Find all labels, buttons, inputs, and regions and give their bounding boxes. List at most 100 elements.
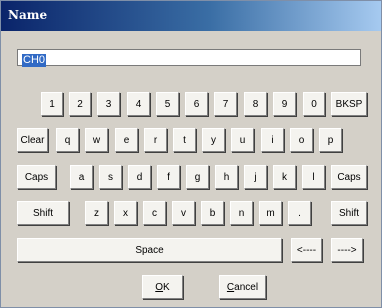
period-key-label: . — [298, 207, 301, 219]
space-key[interactable]: Space — [17, 238, 282, 262]
key-7[interactable]: 7 — [214, 92, 237, 116]
key-n[interactable]: n — [230, 201, 253, 225]
key-q-label: q — [64, 134, 71, 146]
ok-button[interactable]: OK — [142, 275, 183, 299]
key-d[interactable]: d — [128, 165, 151, 189]
clear-key[interactable]: Clear — [17, 128, 48, 152]
key-g[interactable]: g — [186, 165, 209, 189]
key-b-label: b — [209, 207, 216, 219]
key-1[interactable]: 1 — [41, 92, 63, 116]
key-q[interactable]: q — [56, 128, 79, 152]
key-c-label: c — [152, 207, 157, 219]
key-a-label: a — [78, 171, 85, 183]
key-2-label: 2 — [77, 98, 83, 110]
key-4[interactable]: 4 — [127, 92, 150, 116]
key-c[interactable]: c — [143, 201, 166, 225]
key-t[interactable]: t — [173, 128, 196, 152]
name-input-value: CH0 — [22, 54, 47, 67]
key-9[interactable]: 9 — [273, 92, 296, 116]
key-x[interactable]: x — [114, 201, 137, 225]
clear-key-label: Clear — [20, 134, 45, 146]
key-l[interactable]: l — [302, 165, 325, 189]
backspace-key[interactable]: BKSP — [331, 92, 367, 116]
key-h-label: h — [223, 171, 230, 183]
key-0-label: 0 — [311, 98, 317, 110]
key-6-label: 6 — [193, 98, 200, 110]
key-0[interactable]: 0 — [303, 92, 325, 116]
key-s-label: s — [108, 171, 113, 183]
key-r[interactable]: r — [144, 128, 167, 152]
key-7-label: 7 — [222, 98, 229, 110]
name-dialog: Name CH0 1 2 3 4 5 6 7 8 9 0 BKSP Clear q w e r t y u i o p Ca… — [0, 0, 382, 308]
cursor-right-key[interactable]: ----> — [331, 238, 363, 262]
key-t-label: t — [183, 134, 186, 146]
key-m[interactable]: m — [259, 201, 282, 225]
key-i-label: i — [271, 134, 274, 146]
cursor-left-key[interactable]: <---- — [291, 238, 322, 262]
key-f-label: f — [167, 171, 170, 183]
key-g-label: g — [194, 171, 201, 183]
backspace-key-label: BKSP — [335, 98, 363, 110]
key-8[interactable]: 8 — [244, 92, 267, 116]
key-b[interactable]: b — [201, 201, 224, 225]
key-u-label: u — [239, 134, 246, 146]
key-k-label: k — [282, 171, 287, 183]
shift-key[interactable]: Shift — [17, 201, 69, 225]
key-y-label: y — [211, 134, 216, 146]
key-8-label: 8 — [252, 98, 259, 110]
key-v-label: v — [181, 207, 186, 219]
key-2[interactable]: 2 — [69, 92, 91, 116]
key-9-label: 9 — [281, 98, 288, 110]
shift-key-label: Shift — [338, 207, 359, 219]
key-l-label: l — [312, 171, 315, 183]
key-f[interactable]: f — [157, 165, 180, 189]
key-n-label: n — [238, 207, 245, 219]
key-j-label: j — [254, 171, 257, 183]
key-1-label: 1 — [49, 98, 55, 110]
period-key[interactable]: . — [288, 201, 311, 225]
key-u[interactable]: u — [231, 128, 254, 152]
key-a[interactable]: a — [70, 165, 93, 189]
key-d-label: d — [136, 171, 143, 183]
key-e-label: e — [123, 134, 130, 146]
caps-key-label: Caps — [24, 171, 49, 183]
key-z-label: z — [94, 207, 99, 219]
shift-key-label: Shift — [32, 207, 53, 219]
cursor-right-key-label: ----> — [337, 244, 357, 256]
key-h[interactable]: h — [215, 165, 238, 189]
key-r-label: r — [153, 134, 158, 146]
shift-key[interactable]: Shift — [331, 201, 367, 225]
key-w[interactable]: w — [85, 128, 108, 152]
key-v[interactable]: v — [172, 201, 195, 225]
caps-key[interactable]: Caps — [331, 165, 367, 189]
key-3[interactable]: 3 — [97, 92, 120, 116]
key-k[interactable]: k — [273, 165, 296, 189]
key-m-label: m — [266, 207, 275, 219]
key-i[interactable]: i — [261, 128, 284, 152]
key-z[interactable]: z — [85, 201, 108, 225]
space-key-label: Space — [135, 244, 164, 256]
key-3-label: 3 — [105, 98, 112, 110]
key-x-label: x — [123, 207, 128, 219]
key-y[interactable]: y — [202, 128, 225, 152]
key-p-label: p — [327, 134, 334, 146]
key-6[interactable]: 6 — [185, 92, 208, 116]
cancel-button[interactable]: Cancel — [219, 275, 266, 299]
cursor-left-key-label: <---- — [296, 244, 317, 256]
key-o-label: o — [298, 134, 305, 146]
key-o[interactable]: o — [290, 128, 313, 152]
key-j[interactable]: j — [244, 165, 267, 189]
window-title: Name — [8, 8, 48, 22]
caps-key[interactable]: Caps — [17, 165, 56, 189]
key-5[interactable]: 5 — [156, 92, 179, 116]
key-5-label: 5 — [164, 98, 171, 110]
name-input[interactable]: CH0 — [17, 49, 361, 67]
key-4-label: 4 — [135, 98, 142, 110]
caps-key-label: Caps — [337, 171, 361, 183]
cancel-button-label: Cancel — [226, 281, 259, 293]
ok-button-label: OK — [155, 281, 170, 293]
key-s[interactable]: s — [99, 165, 122, 189]
title-bar[interactable]: Name — [1, 1, 381, 31]
key-p[interactable]: p — [319, 128, 342, 152]
key-e[interactable]: e — [115, 128, 138, 152]
